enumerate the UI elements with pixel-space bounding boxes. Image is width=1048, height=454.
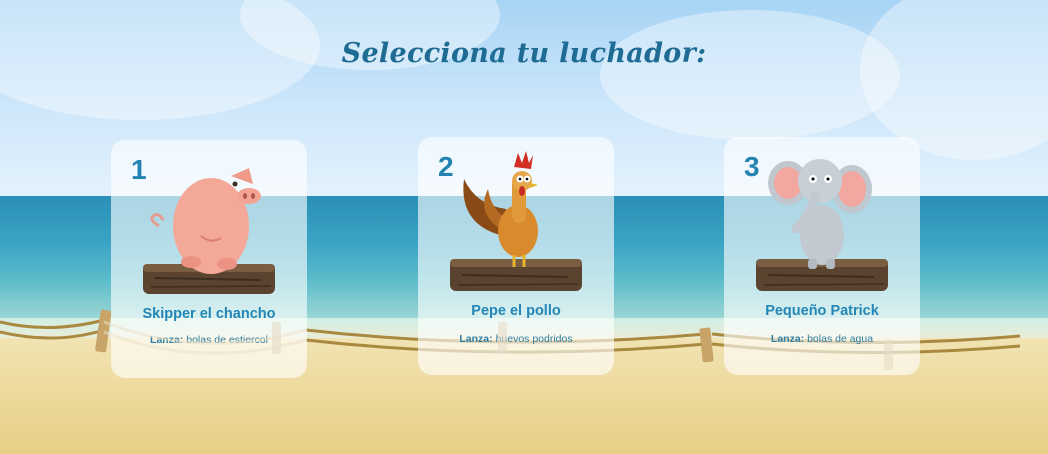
rope-fence-front — [103, 320, 893, 370]
beach-scene: Selecciona tu luchador: 1 Skipper el cha… — [0, 0, 1048, 454]
fence-post — [272, 322, 281, 354]
fence-post — [884, 340, 893, 370]
fence-post — [498, 322, 507, 354]
